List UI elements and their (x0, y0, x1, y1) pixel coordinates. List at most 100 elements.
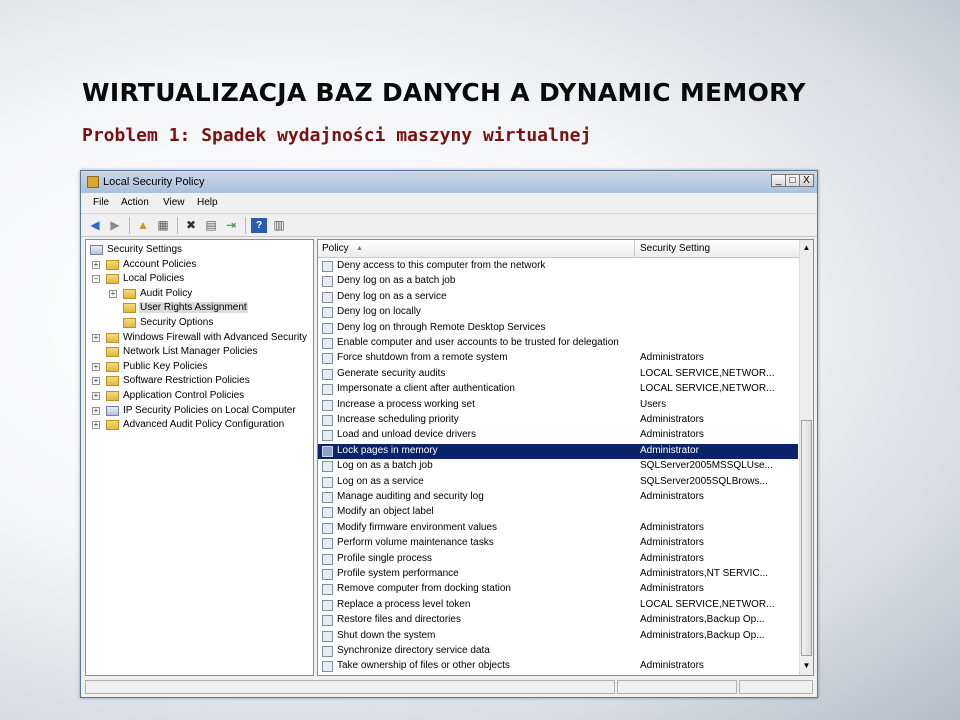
policy-name: Modify an object label (337, 506, 434, 518)
table-row[interactable]: Manage auditing and security log Administ… (318, 490, 798, 505)
scroll-up-arrow[interactable]: ▲ (800, 240, 813, 256)
security-setting: Administrators (640, 352, 704, 364)
policy-name: Replace a process level token (337, 598, 471, 610)
tree-node-label: Network List Manager Policies (123, 346, 258, 358)
expand-icon[interactable]: + (92, 392, 100, 400)
policy-name: Deny log on locally (337, 306, 421, 318)
table-row[interactable]: Load and unload device drivers Administra… (318, 428, 798, 443)
table-row[interactable]: Impersonate a client after authenticatio… (318, 382, 798, 397)
table-row[interactable]: Modify firmware environment values Admini… (318, 521, 798, 536)
policy-icon (322, 415, 333, 426)
expand-icon[interactable]: + (92, 377, 100, 386)
tree-node-label: User Rights Assignment (139, 302, 248, 314)
policy-icon (322, 291, 333, 303)
table-row[interactable]: Modify an object label (318, 505, 798, 520)
expand-icon[interactable]: + (92, 362, 100, 371)
expand-icon[interactable]: + (92, 333, 100, 342)
table-row[interactable]: Profile system performance Administrators… (318, 567, 798, 582)
back-icon[interactable]: ◀ (87, 218, 103, 233)
table-row[interactable]: Deny log on as a service (318, 290, 798, 305)
policy-icon (322, 261, 333, 272)
policy-icon (322, 445, 333, 457)
shield-icon (106, 405, 119, 416)
table-row[interactable]: Deny access to this computer from the ne… (318, 259, 798, 274)
sort-ascending-icon: ▲ (356, 245, 363, 252)
folder-icon (106, 376, 119, 387)
scroll-down-arrow[interactable]: ▼ (800, 658, 813, 674)
table-row[interactable]: Deny log on locally (318, 305, 798, 320)
policy-list[interactable]: Policy ▲ Security Setting Deny access to… (317, 239, 814, 676)
table-row[interactable]: Generate security audits LOCAL SERVICE,NE… (318, 367, 798, 382)
minimize-button[interactable]: _ (771, 174, 786, 187)
expand-icon[interactable]: + (92, 421, 100, 430)
local-security-policy-window: Local Security Policy _ □ X File Action … (80, 170, 818, 698)
table-row[interactable]: Log on as a batch job SQLServer2005MSSQLU… (318, 459, 798, 474)
table-row[interactable]: Synchronize directory service data (318, 644, 798, 659)
policy-icon (322, 599, 333, 611)
policy-icon (322, 615, 333, 627)
table-row[interactable]: Increase a process working set Users (318, 398, 798, 413)
help-icon[interactable]: ? (251, 218, 267, 233)
policy-icon (322, 307, 333, 319)
table-row[interactable]: Profile single process Administrators (318, 552, 798, 567)
forward-icon[interactable]: ▶ (107, 218, 123, 233)
table-row[interactable]: Remove computer from docking station Admi… (318, 582, 798, 597)
policy-icon (322, 276, 333, 288)
policy-icon (322, 368, 333, 380)
policy-icon (322, 569, 333, 580)
close-button[interactable]: X (799, 174, 814, 187)
security-setting: SQLServer2005SQLBrows... (640, 475, 768, 487)
policy-name: Enable computer and user accounts to be … (337, 337, 619, 348)
table-row[interactable]: Deny log on through Remote Desktop Servi… (318, 321, 798, 336)
table-row[interactable]: Perform volume maintenance tasks Administ… (318, 536, 798, 551)
table-row[interactable]: Take ownership of files or other objects… (318, 659, 798, 674)
expand-icon[interactable]: + (109, 289, 117, 298)
description-icon[interactable]: ▥ (271, 218, 287, 233)
up-folder-icon[interactable]: ▲ (135, 218, 151, 233)
policy-icon (322, 661, 333, 673)
policy-name: Manage auditing and security log (337, 491, 484, 502)
table-row[interactable]: Shut down the system Administrators,Backu… (318, 629, 798, 644)
policy-name: Log on as a service (337, 475, 424, 487)
menu-action[interactable]: Action (121, 197, 149, 208)
folder-icon (106, 347, 119, 358)
policy-name: Take ownership of files or other objects (337, 660, 510, 672)
table-row[interactable]: Force shutdown from a remote system Admin… (318, 351, 798, 366)
table-row[interactable]: Increase scheduling priority Administrato… (318, 413, 798, 428)
folder-icon (106, 332, 119, 343)
scroll-thumb[interactable] (801, 420, 812, 656)
menu-file[interactable]: File (93, 197, 109, 208)
expand-icon[interactable]: + (92, 260, 100, 269)
title-bar[interactable]: Local Security Policy _ □ X (81, 171, 817, 193)
app-icon (87, 176, 99, 188)
vertical-scrollbar[interactable]: ▲ ▼ (799, 240, 813, 675)
policy-name: Perform volume maintenance tasks (337, 537, 494, 549)
column-security-setting[interactable]: Security Setting (640, 243, 710, 254)
maximize-button[interactable]: □ (785, 174, 800, 187)
menu-help[interactable]: Help (197, 197, 218, 208)
properties-icon[interactable]: ▤ (203, 218, 219, 233)
table-row[interactable]: Lock pages in memory Administrator (318, 443, 798, 459)
policy-name: Increase a process working set (337, 398, 475, 410)
table-row[interactable]: Log on as a service SQLServer2005SQLBrows… (318, 475, 798, 490)
policy-icon (322, 384, 333, 396)
show-hide-tree-icon[interactable]: ▦ (155, 218, 171, 233)
collapse-icon[interactable]: − (92, 275, 100, 284)
table-row[interactable]: Deny log on as a batch job (318, 274, 798, 289)
tree-node-label: Account Policies (123, 258, 197, 270)
table-row[interactable]: Replace a process level token LOCAL SERVI… (318, 598, 798, 613)
policy-name: Increase scheduling priority (337, 414, 459, 425)
menu-view[interactable]: View (163, 197, 185, 208)
tree-node-label: Public Key Policies (123, 360, 208, 372)
console-tree[interactable]: Security Settings + Account Policies − Local… (85, 239, 314, 676)
security-setting: Administrators,Backup Op... (640, 629, 765, 641)
delete-icon[interactable]: ✖ (183, 218, 199, 233)
table-row[interactable]: Restore files and directories Administrat… (318, 613, 798, 628)
expand-icon[interactable]: + (92, 406, 100, 415)
toolbar: ◀ ▶ ▲ ▦ ✖ ▤ ⇥ ? ▥ (81, 213, 817, 237)
column-policy[interactable]: Policy (322, 243, 349, 254)
policy-name: Deny log on as a batch job (337, 275, 456, 287)
export-list-icon[interactable]: ⇥ (223, 218, 239, 233)
table-row[interactable]: Enable computer and user accounts to be … (318, 336, 798, 351)
tree-node-label: Security Options (140, 317, 214, 328)
